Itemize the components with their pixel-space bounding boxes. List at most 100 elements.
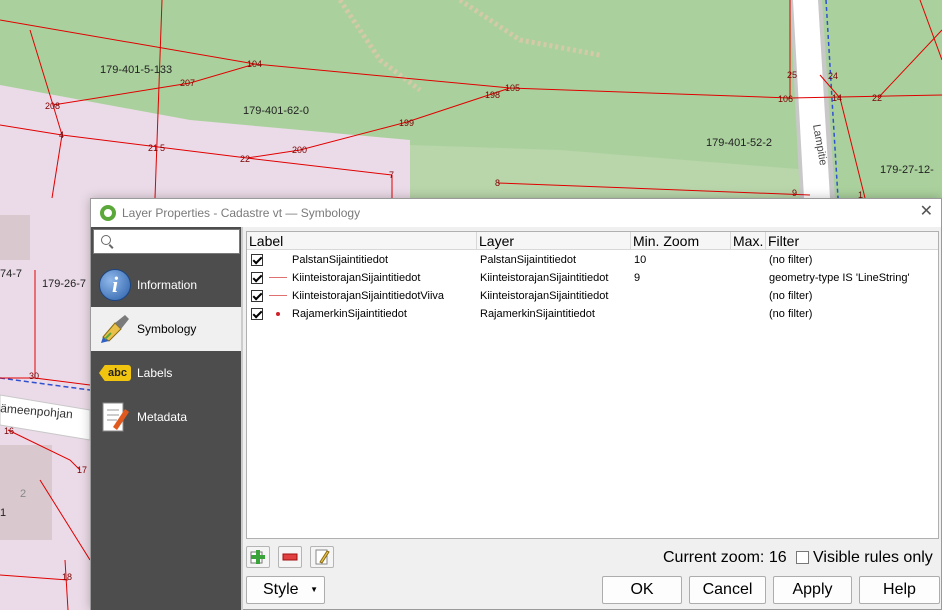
rule-filter: geometry-type IS 'LineString' — [769, 272, 910, 284]
svg-text:198: 198 — [485, 90, 500, 100]
svg-text:4: 4 — [59, 130, 64, 140]
search-icon — [101, 235, 111, 245]
rule-label: KiinteistorajanSijaintitiedotViiva — [292, 290, 445, 302]
svg-text:8: 8 — [495, 178, 500, 188]
svg-text:14: 14 — [832, 93, 842, 103]
ok-button[interactable]: OK — [602, 576, 682, 604]
svg-text:7: 7 — [389, 170, 394, 180]
svg-text:179-401-5-133: 179-401-5-133 — [100, 64, 172, 76]
sidebar-item-labels[interactable]: abc Labels — [91, 351, 241, 395]
rule-min-zoom: 9 — [634, 272, 641, 284]
svg-text:179-27-12-: 179-27-12- — [880, 164, 934, 176]
search-input[interactable] — [116, 233, 236, 250]
dialog-titlebar[interactable]: Layer Properties - Cadastre vt — Symbolo… — [91, 199, 941, 227]
sidebar: i Information Symbology abc Labels Metad… — [91, 227, 241, 610]
paintbrush-icon — [99, 313, 131, 345]
sidebar-item-label: Labels — [137, 366, 173, 380]
column-header-filter[interactable]: Filter — [766, 232, 940, 250]
cancel-button[interactable]: Cancel — [689, 576, 766, 604]
svg-text:179-26-7: 179-26-7 — [42, 278, 86, 290]
column-header-max-zoom[interactable]: Max. — [731, 232, 766, 250]
help-button[interactable]: Help — [859, 576, 940, 604]
svg-text:1: 1 — [0, 507, 6, 519]
visible-rules-only-label[interactable]: Visible rules only — [813, 549, 933, 567]
sidebar-item-label: Symbology — [137, 322, 197, 336]
svg-text:16: 16 — [4, 426, 14, 436]
close-icon[interactable]: ✕ — [920, 204, 933, 220]
column-header-min-zoom[interactable]: Min. Zoom — [631, 232, 731, 250]
add-rule-icon — [250, 550, 265, 564]
line-symbol-icon — [269, 295, 287, 296]
svg-text:30: 30 — [29, 371, 39, 381]
svg-text:22: 22 — [872, 93, 882, 103]
abc-label-icon: abc — [99, 357, 131, 389]
rule-layer: KiinteistorajanSijaintitiedot — [480, 290, 609, 302]
edit-rule-icon — [315, 549, 330, 565]
svg-text:207: 207 — [180, 78, 195, 88]
svg-text:5: 5 — [160, 143, 165, 153]
svg-text:104: 104 — [247, 59, 262, 69]
rule-checkbox[interactable] — [251, 272, 263, 284]
rule-layer: RajamerkinSijaintitiedot — [480, 308, 595, 320]
svg-text:179-401-62-0: 179-401-62-0 — [243, 105, 309, 117]
svg-text:200: 200 — [292, 145, 307, 155]
layer-properties-dialog: Layer Properties - Cadastre vt — Symbolo… — [90, 198, 942, 610]
rule-filter: (no filter) — [769, 254, 813, 266]
column-header-layer[interactable]: Layer — [477, 232, 631, 250]
sidebar-item-information[interactable]: i Information — [91, 263, 241, 307]
svg-text:21: 21 — [148, 143, 158, 153]
svg-text:24: 24 — [828, 71, 838, 81]
sidebar-item-symbology[interactable]: Symbology — [91, 307, 241, 351]
rule-layer: PalstanSijaintitiedot — [480, 254, 577, 266]
table-row[interactable]: RajamerkinSijaintitiedot RajamerkinSijai… — [247, 305, 938, 323]
column-header-label[interactable]: Label — [247, 232, 477, 250]
dialog-title: Layer Properties - Cadastre vt — Symbolo… — [122, 206, 361, 220]
svg-text:9: 9 — [792, 188, 797, 198]
remove-rule-icon — [282, 553, 298, 561]
sidebar-item-label: Metadata — [137, 410, 188, 424]
svg-text:17: 17 — [77, 465, 87, 475]
svg-text:25: 25 — [787, 70, 797, 80]
rules-table[interactable]: Label Layer Min. Zoom Max. Filter Palsta… — [246, 231, 939, 539]
remove-rule-button[interactable] — [278, 546, 302, 568]
rule-layer: KiinteistorajanSijaintitiedot — [480, 272, 609, 284]
svg-text:74-7: 74-7 — [0, 268, 22, 280]
splitter-handle[interactable] — [241, 227, 243, 610]
svg-text:2: 2 — [20, 488, 26, 500]
point-symbol-icon — [276, 312, 280, 316]
table-row[interactable]: KiinteistorajanSijaintitiedot Kiinteisto… — [247, 269, 938, 287]
rule-label: PalstanSijaintitiedot — [292, 254, 389, 266]
sidebar-item-label: Information — [137, 278, 198, 292]
add-rule-button[interactable] — [246, 546, 270, 568]
svg-text:22: 22 — [240, 154, 250, 164]
search-field[interactable] — [93, 229, 240, 254]
svg-text:18: 18 — [62, 572, 72, 582]
rule-checkbox[interactable] — [251, 308, 263, 320]
table-row[interactable]: PalstanSijaintitiedot PalstanSijaintitie… — [247, 251, 938, 269]
current-zoom-label: Current zoom: 16 — [663, 549, 787, 566]
rule-checkbox[interactable] — [251, 290, 263, 302]
table-header: Label Layer Min. Zoom Max. Filter — [247, 232, 938, 250]
rule-label: RajamerkinSijaintitiedot — [292, 308, 407, 320]
table-row[interactable]: KiinteistorajanSijaintitiedotViiva Kiint… — [247, 287, 938, 305]
rule-min-zoom: 10 — [634, 254, 647, 266]
edit-rule-button[interactable] — [310, 546, 334, 568]
rule-label: KiinteistorajanSijaintitiedot — [292, 272, 421, 284]
style-dropdown-button[interactable]: Style ▼ — [246, 576, 325, 604]
rule-filter: (no filter) — [769, 290, 813, 302]
apply-button[interactable]: Apply — [773, 576, 852, 604]
chevron-down-icon: ▼ — [310, 585, 318, 594]
qgis-logo-icon — [100, 205, 116, 221]
svg-text:105: 105 — [505, 83, 520, 93]
svg-text:208: 208 — [45, 101, 60, 111]
style-button-label: Style — [263, 581, 299, 598]
rule-filter: (no filter) — [769, 308, 813, 320]
rule-checkbox[interactable] — [251, 254, 263, 266]
sidebar-item-metadata[interactable]: Metadata — [91, 395, 241, 439]
info-icon: i — [99, 269, 131, 301]
svg-text:179-401-52-2: 179-401-52-2 — [706, 137, 772, 149]
visible-rules-only-checkbox[interactable] — [796, 551, 809, 564]
line-symbol-icon — [269, 277, 287, 278]
document-pencil-icon — [99, 401, 131, 433]
svg-text:199: 199 — [399, 118, 414, 128]
